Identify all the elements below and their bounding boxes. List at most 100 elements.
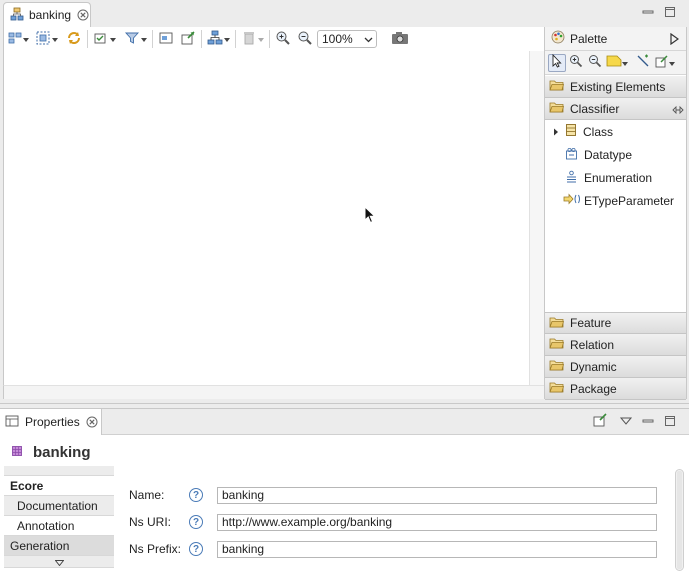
diagram-editor: banking 100% Palette Existing Elements C… (0, 0, 689, 404)
enumeration-icon (565, 170, 578, 186)
note-tool[interactable] (605, 54, 629, 72)
drawer-feature[interactable]: Feature (545, 312, 686, 334)
pin-view-button[interactable] (592, 412, 608, 431)
drawer-relation[interactable]: Relation (545, 334, 686, 356)
chevron-down-icon (141, 32, 147, 46)
category-label: Documentation (17, 498, 98, 513)
new-diagram-button[interactable] (180, 29, 196, 49)
toolbar-separator (87, 30, 88, 48)
refresh-icon (66, 30, 82, 49)
category-ecore[interactable]: Ecore (4, 476, 114, 496)
zoom-value: 100% (322, 32, 353, 46)
layout-button[interactable] (207, 29, 230, 49)
palette-entry-class[interactable]: Class (545, 120, 686, 143)
new-diagram-icon (592, 412, 608, 431)
palette-entry-datatype[interactable]: Datatype (545, 143, 686, 166)
arrange-button[interactable] (35, 29, 58, 49)
drawer-existing-elements[interactable]: Existing Elements (545, 76, 686, 98)
chevron-right-icon (553, 125, 559, 139)
minimize-icon[interactable] (640, 413, 656, 429)
properties-vertical-scrollbar[interactable] (674, 469, 685, 571)
category-label: Ecore (10, 478, 44, 493)
help-icon[interactable]: ? (189, 515, 203, 529)
zoom-out-icon (588, 54, 602, 71)
refresh-button[interactable] (66, 29, 82, 49)
layers-button[interactable] (93, 29, 116, 49)
canvas-vertical-scrollbar[interactable] (529, 51, 544, 385)
show-properties-button[interactable] (158, 29, 174, 49)
diagram-toolbar: 100% (3, 27, 544, 51)
help-icon[interactable]: ? (189, 542, 203, 556)
category-documentation[interactable]: Documentation (4, 496, 114, 516)
category-annotation[interactable]: Annotation (4, 516, 114, 536)
pin-drawer-icon[interactable] (672, 104, 684, 118)
delete-icon (241, 30, 257, 49)
ns-uri-label: Ns URI: (129, 515, 171, 529)
chevron-down-icon (622, 56, 628, 70)
etypeparameter-icon (563, 193, 581, 208)
zoom-out-tool[interactable] (586, 54, 604, 72)
connection-icon (636, 54, 650, 71)
ecore-diagram-icon (10, 7, 24, 24)
drawer-package[interactable]: Package (545, 378, 686, 400)
toolbar-separator (201, 30, 202, 48)
zoom-out-icon (297, 30, 313, 49)
connection-tool[interactable] (634, 54, 652, 72)
chevron-down-icon (53, 555, 65, 569)
zoom-combo[interactable]: 100% (317, 30, 377, 48)
zoom-in-button[interactable] (275, 29, 291, 49)
select-all-button[interactable] (8, 29, 29, 49)
maximize-icon[interactable] (662, 413, 678, 429)
select-tool[interactable] (548, 53, 566, 72)
category-scroll-down[interactable] (4, 556, 114, 568)
show-properties-icon (158, 30, 174, 49)
export-image-button[interactable] (391, 29, 409, 49)
toolbar-separator (269, 30, 270, 48)
select-all-icon (8, 31, 22, 48)
ns-uri-row: Ns URI: ? (129, 512, 657, 532)
ns-prefix-field[interactable] (217, 540, 657, 558)
filter-icon (124, 30, 140, 49)
palette-entry-enumeration[interactable]: Enumeration (545, 166, 686, 189)
editor-tab-label: banking (29, 8, 72, 22)
close-icon[interactable] (77, 9, 89, 21)
view-menu-button[interactable] (618, 413, 634, 429)
shape-tool[interactable] (653, 54, 677, 72)
category-generation[interactable]: Generation (4, 536, 114, 556)
collapse-palette-icon[interactable] (670, 32, 680, 48)
minimize-icon[interactable] (640, 4, 656, 20)
delete-button[interactable] (241, 29, 264, 49)
folder-icon (549, 337, 565, 352)
properties-tab[interactable]: Properties (0, 409, 102, 435)
properties-title: banking (10, 441, 91, 463)
drawer-classifier[interactable]: Classifier (545, 98, 686, 120)
zoom-in-tool[interactable] (567, 54, 585, 72)
palette-entry-etypeparameter[interactable]: ETypeParameter (545, 189, 686, 212)
drawer-label: Feature (570, 316, 612, 330)
category-label: Annotation (17, 518, 75, 533)
folder-icon (549, 359, 565, 374)
editor-tab-banking[interactable]: banking (3, 2, 91, 27)
layout-icon (207, 30, 223, 49)
ns-uri-field[interactable] (217, 513, 657, 531)
diagram-canvas[interactable] (3, 51, 529, 385)
drawer-label: Classifier (570, 101, 620, 116)
properties-view: Properties banking Ecore Documentation A… (0, 408, 689, 577)
palette-entry-label: ETypeParameter (584, 193, 675, 208)
palette-header[interactable]: Palette (545, 27, 686, 51)
name-row: Name: ? (129, 485, 657, 505)
category-label: Generation (10, 538, 70, 553)
drawer-dynamic[interactable]: Dynamic (545, 356, 686, 378)
chevron-down-icon (258, 32, 264, 46)
editor-tab-bar: banking (0, 0, 689, 27)
canvas-horizontal-scrollbar[interactable] (3, 385, 544, 399)
zoom-out-button[interactable] (297, 29, 313, 49)
name-field[interactable] (217, 486, 657, 504)
camera-icon (391, 31, 409, 48)
filter-button[interactable] (124, 29, 147, 49)
maximize-icon[interactable] (662, 4, 678, 20)
close-icon[interactable] (86, 416, 98, 428)
class-icon (565, 123, 577, 140)
new-diagram-icon (655, 54, 669, 71)
help-icon[interactable]: ? (189, 488, 203, 502)
